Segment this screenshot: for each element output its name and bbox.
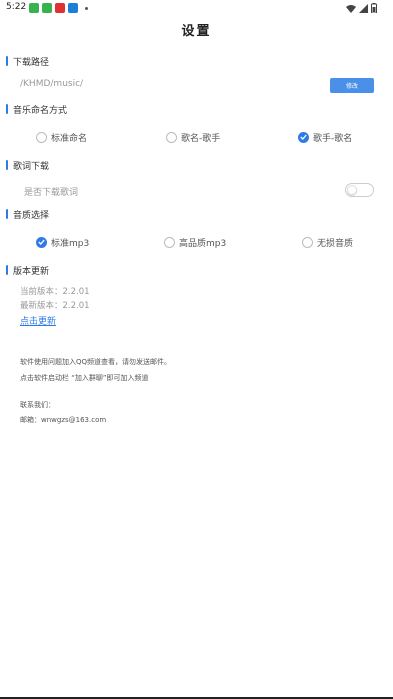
radio-unchecked-icon	[164, 236, 175, 248]
section-title: 下载路径	[13, 57, 50, 68]
radio-label: 无损音质	[317, 238, 354, 249]
green-app-icon	[29, 3, 39, 13]
system-icons	[346, 3, 377, 13]
radio-checked-icon	[298, 131, 309, 143]
radio-label: 标准mp3	[51, 238, 90, 249]
radio-unchecked-icon	[166, 131, 177, 143]
update-link[interactable]: 点击更新	[20, 314, 56, 327]
info-text-1: 软件使用问题加入QQ频道查看，请勿发送邮件。	[20, 358, 172, 366]
contact-label: 联系我们：	[20, 401, 55, 409]
current-version: 当前版本：2.2.01	[20, 287, 90, 297]
toggle-knob	[347, 185, 357, 195]
section-accent-bar	[6, 209, 8, 219]
battery-icon	[371, 3, 377, 13]
green-app-icon	[42, 3, 52, 13]
info-text-2: 点击软件启动栏 “加入群聊”即可加入频道	[20, 374, 149, 382]
section-accent-bar	[6, 104, 8, 114]
version-section-header: 版本更新	[6, 264, 50, 277]
status-bar: 5:22	[0, 0, 393, 16]
radio-label: 歌名-歌手	[181, 133, 221, 144]
radio-unchecked-icon	[302, 236, 313, 248]
quality-option-standard-mp3[interactable]: 标准mp3	[36, 235, 89, 249]
modify-path-button[interactable]: 修改	[330, 78, 374, 93]
lyrics-download-toggle[interactable]	[345, 183, 374, 197]
notification-icons	[29, 3, 88, 13]
notification-dot-icon	[85, 6, 88, 10]
naming-option-title-artist[interactable]: 歌名-歌手	[166, 130, 220, 144]
lyrics-toggle-label: 是否下载歌词	[24, 188, 79, 198]
radio-label: 标准命名	[51, 133, 88, 144]
naming-option-artist-title[interactable]: 歌手-歌名	[298, 130, 352, 144]
quality-option-high-mp3[interactable]: 高品质mp3	[164, 235, 226, 249]
contact-email: 邮箱：wnwgzs@163.com	[20, 416, 107, 424]
lyrics-section-header: 歌词下载	[6, 159, 50, 172]
naming-section-header: 音乐命名方式	[6, 103, 68, 116]
section-title: 版本更新	[13, 266, 50, 277]
blue-app-icon	[68, 3, 78, 13]
naming-option-standard[interactable]: 标准命名	[36, 130, 87, 144]
download-path-value: /KHMD/music/	[20, 79, 84, 89]
radio-checked-icon	[36, 236, 47, 248]
section-accent-bar	[6, 265, 8, 275]
wifi-icon	[346, 4, 356, 13]
radio-label: 高品质mp3	[179, 238, 227, 249]
signal-icon	[359, 3, 368, 13]
status-time: 5:22	[6, 2, 27, 12]
download-path-section-header: 下载路径	[6, 55, 50, 68]
quality-option-lossless[interactable]: 无损音质	[302, 235, 353, 249]
radio-label: 歌手-歌名	[313, 133, 353, 144]
quality-section-header: 音质选择	[6, 208, 50, 221]
section-title: 音乐命名方式	[13, 105, 68, 116]
section-accent-bar	[6, 56, 8, 66]
latest-version: 最新版本：2.2.01	[20, 301, 90, 311]
section-accent-bar	[6, 160, 8, 170]
section-title: 音质选择	[13, 210, 50, 221]
radio-unchecked-icon	[36, 131, 47, 143]
page-title: 设置	[181, 24, 212, 39]
section-title: 歌词下载	[13, 161, 50, 172]
red-app-icon	[55, 3, 65, 13]
